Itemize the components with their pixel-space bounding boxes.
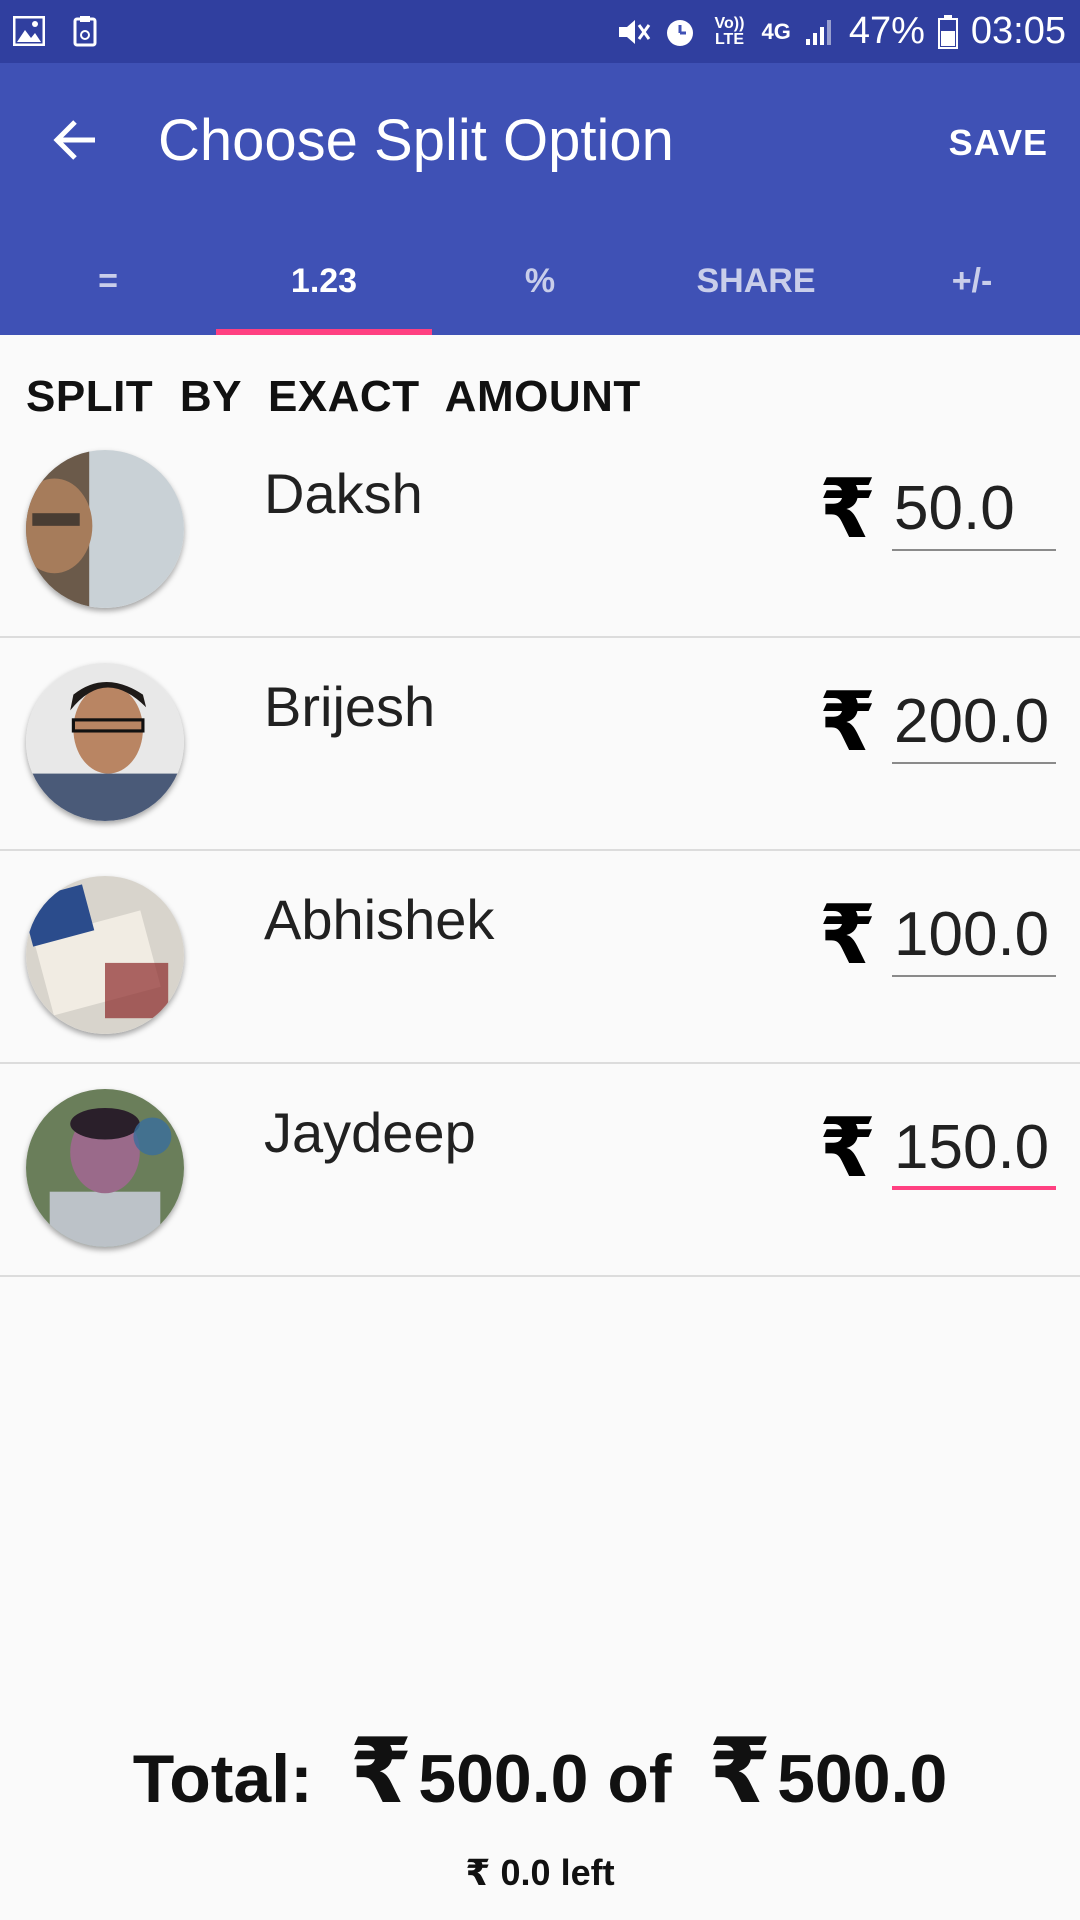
tab-percent[interactable]: % (432, 228, 648, 335)
avatar (26, 1089, 184, 1247)
rupee-symbol: ₹ (818, 464, 876, 555)
vibrate-mute-icon (617, 15, 651, 49)
tab-share[interactable]: SHARE (648, 228, 864, 335)
left-label: left (560, 1852, 615, 1893)
member-name: Jaydeep (264, 1101, 476, 1164)
member-name: Abhishek (264, 888, 495, 951)
total-amount: 500.0 (418, 1741, 589, 1817)
alarm-icon (663, 15, 697, 49)
avatar (26, 450, 184, 608)
rupee-symbol: ₹ (349, 1722, 413, 1822)
list-item: Jaydeep ₹ 150.0 (0, 1064, 1080, 1277)
battery-percent: 47% (848, 10, 925, 52)
list-item: Brijesh ₹ 200.0 (0, 638, 1080, 851)
of-label: of (607, 1741, 672, 1817)
network-type: 4G (761, 18, 791, 44)
amount-input[interactable]: 50.0 (892, 467, 1056, 551)
back-button[interactable] (40, 105, 110, 175)
battery-icon (937, 14, 959, 49)
save-button[interactable]: SAVE (949, 113, 1048, 173)
amount-input[interactable]: 100.0 (892, 893, 1056, 977)
status-right: Vo)) LTE 4G 47% 03:05 (617, 10, 1066, 53)
amount-group: ₹ 200.0 (819, 680, 1056, 764)
tab-adjust[interactable]: +/- (864, 228, 1080, 335)
status-bar: Vo)) LTE 4G 47% 03:05 (0, 0, 1080, 63)
clipboard-icon (68, 14, 102, 48)
amount-group: ₹ 50.0 (819, 467, 1056, 551)
arrow-back-icon (53, 120, 95, 160)
member-name: Brijesh (264, 675, 436, 738)
volte-label: Vo)) LTE (714, 14, 745, 48)
tab-exact[interactable]: 1.23 (216, 228, 432, 335)
clock: 03:05 (970, 10, 1066, 52)
rupee-symbol: ₹ (465, 1852, 491, 1893)
split-tabs: = 1.23 % SHARE +/- (0, 228, 1080, 335)
avatar (26, 876, 184, 1034)
amount-group: ₹ 100.0 (819, 893, 1056, 977)
status-left (12, 14, 102, 48)
target-amount: 500.0 (777, 1741, 948, 1817)
rupee-symbol: ₹ (708, 1722, 772, 1822)
avatar (26, 663, 184, 821)
tab-equal[interactable]: = (0, 228, 216, 335)
total-label: Total: (132, 1741, 313, 1817)
rupee-symbol: ₹ (818, 677, 876, 768)
amount-input[interactable]: 200.0 (892, 680, 1056, 764)
list-item: Daksh ₹ 50.0 (0, 425, 1080, 638)
member-list: Daksh ₹ 50.0 Brijesh ₹ 200.0 Abhishek ₹ … (0, 425, 1080, 1277)
signal-icon (803, 15, 837, 49)
rupee-symbol: ₹ (818, 1103, 876, 1194)
section-title: SPLIT BY EXACT AMOUNT (26, 372, 641, 421)
image-icon (12, 14, 46, 48)
remaining-summary: ₹ 0.0 left (0, 1852, 1080, 1894)
left-amount: 0.0 (500, 1852, 551, 1893)
amount-input-focused[interactable]: 150.0 (892, 1106, 1056, 1190)
member-name: Daksh (264, 462, 423, 525)
page-title: Choose Split Option (158, 108, 674, 173)
app-bar: Choose Split Option SAVE = 1.23 % SHARE … (0, 63, 1080, 335)
total-summary: Total: ₹500.0 of ₹500.0 (0, 1727, 1080, 1818)
list-item: Abhishek ₹ 100.0 (0, 851, 1080, 1064)
amount-group: ₹ 150.0 (819, 1106, 1056, 1190)
rupee-symbol: ₹ (818, 890, 876, 981)
